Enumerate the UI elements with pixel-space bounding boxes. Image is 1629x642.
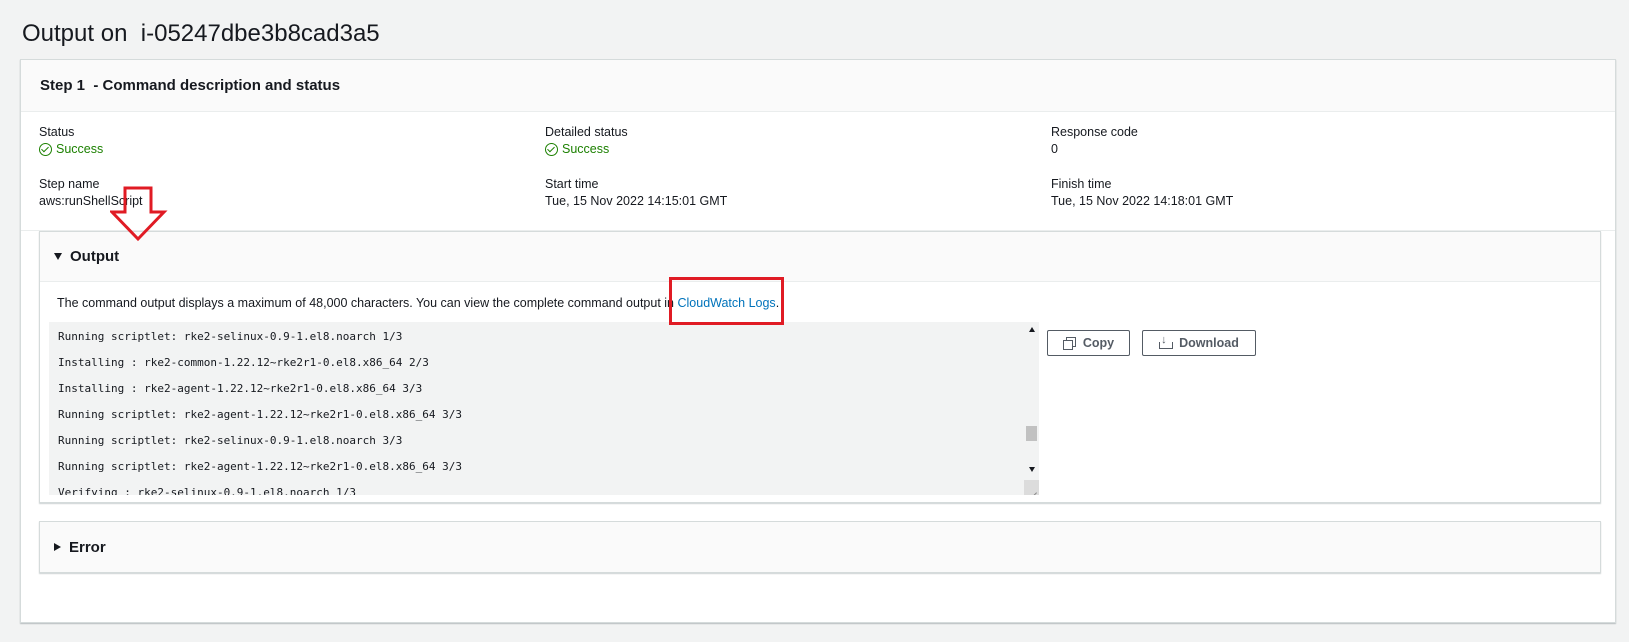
- step-container: Step 1 - Command description and status …: [20, 59, 1616, 623]
- copy-button-label: Copy: [1082, 336, 1115, 350]
- status-value-text: Success: [56, 142, 104, 156]
- finish-time-field: Finish time Tue, 15 Nov 2022 14:18:01 GM…: [1051, 176, 1233, 210]
- download-icon: [1159, 334, 1174, 349]
- console-line: Running scriptlet: rke2-agent-1.22.12~rk…: [58, 408, 462, 421]
- caret-down-icon: [54, 253, 62, 260]
- caret-right-icon: [54, 543, 61, 551]
- scrollbar-thumb[interactable]: [1026, 426, 1037, 441]
- check-circle-icon: [39, 143, 52, 156]
- start-time-field: Start time Tue, 15 Nov 2022 14:15:01 GMT: [545, 176, 727, 210]
- error-toggle[interactable]: Error: [40, 522, 1600, 572]
- error-title: Error: [69, 538, 106, 556]
- scroll-down-icon[interactable]: [1029, 467, 1035, 472]
- output-toggle[interactable]: Output: [40, 232, 1600, 282]
- resize-grip-icon[interactable]: [1024, 480, 1039, 495]
- start-time-label: Start time: [545, 177, 599, 191]
- finish-time-value: Tue, 15 Nov 2022 14:18:01 GMT: [1051, 194, 1234, 208]
- status-value: Success: [39, 141, 103, 158]
- console-line: Installing : rke2-common-1.22.12~rke2r1-…: [58, 356, 429, 369]
- console-line: Running scriptlet: rke2-agent-1.22.12~rk…: [58, 460, 462, 473]
- detailed-status-value: Success: [545, 141, 628, 158]
- console-line: Verifying : rke2-selinux-0.9-1.el8.noarc…: [58, 486, 357, 495]
- annotation-down-arrow-icon: [110, 186, 168, 242]
- page: Output on i-05247dbe3b8cad3a5 Step 1 - C…: [0, 0, 1629, 642]
- output-note-text: The command output displays a maximum of…: [57, 296, 678, 310]
- finish-time-label: Finish time: [1051, 177, 1112, 191]
- output-title: Output: [70, 248, 120, 265]
- status-field: Status Success: [39, 124, 103, 158]
- page-title-prefix: Output on: [22, 20, 128, 47]
- detailed-status-label: Detailed status: [545, 125, 628, 139]
- console-scrollbar[interactable]: [1023, 322, 1039, 495]
- copy-button[interactable]: Copy: [1047, 330, 1130, 356]
- console-line: Running scriptlet: rke2-selinux-0.9-1.el…: [58, 330, 403, 343]
- response-code-value: 0: [1051, 142, 1058, 156]
- start-time-value: Tue, 15 Nov 2022 14:15:01 GMT: [545, 194, 728, 208]
- page-title: Output on i-05247dbe3b8cad3a5: [22, 20, 380, 48]
- detailed-status-value-text: Success: [562, 142, 610, 156]
- console-line: Installing : rke2-agent-1.22.12~rke2r1-0…: [58, 382, 423, 395]
- output-section: Output The command output displays a max…: [39, 231, 1601, 503]
- response-code-label: Response code: [1051, 125, 1138, 139]
- detailed-status-field: Detailed status Success: [545, 124, 628, 158]
- scroll-up-icon[interactable]: [1029, 327, 1035, 332]
- status-label: Status: [39, 125, 75, 139]
- console-line: Running scriptlet: rke2-selinux-0.9-1.el…: [58, 434, 403, 447]
- download-button[interactable]: Download: [1142, 330, 1256, 356]
- output-console[interactable]: Running scriptlet: rke2-selinux-0.9-1.el…: [49, 322, 1039, 495]
- instance-id: i-05247dbe3b8cad3a5: [140, 20, 380, 47]
- annotation-highlight-box: [669, 277, 784, 325]
- check-circle-icon: [545, 143, 558, 156]
- copy-icon: [1062, 337, 1076, 350]
- error-section: Error: [39, 521, 1601, 573]
- download-button-label: Download: [1179, 336, 1239, 350]
- response-code-field: Response code 0: [1051, 124, 1138, 158]
- step-header: Step 1 - Command description and status: [21, 60, 1615, 112]
